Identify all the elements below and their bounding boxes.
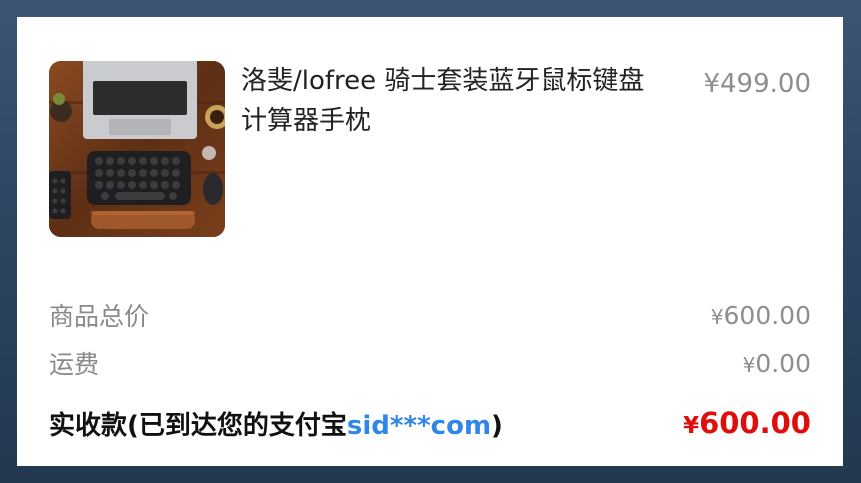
shipping-value: ¥0.00	[743, 349, 811, 378]
shipping-row: 运费 ¥0.00	[49, 343, 811, 383]
order-detail-card: 洛斐/lofree 骑士套装蓝牙鼠标键盘计算器手枕 ¥499.00 商品总价 ¥…	[17, 17, 843, 466]
currency-symbol: ¥	[683, 413, 700, 439]
product-price: ¥499.00	[703, 69, 811, 99]
shipping-label: 运费	[49, 350, 100, 379]
keyboard-mouse-laptop-photo-icon	[49, 61, 225, 237]
goods-total-row: 商品总价 ¥600.00	[49, 295, 811, 335]
goods-total-value: ¥600.00	[711, 301, 811, 330]
shipping-amount: 0.00	[755, 348, 811, 378]
received-label-suffix: )	[491, 410, 503, 441]
alipay-account: sid***com	[346, 410, 492, 441]
currency-symbol: ¥	[742, 352, 756, 377]
currency-symbol: ¥	[710, 304, 724, 329]
goods-total-label: 商品总价	[49, 302, 150, 331]
product-thumbnail[interactable]	[49, 61, 225, 237]
goods-total-amount: 600.00	[723, 300, 811, 330]
received-label: 实收款(已到达您的支付宝sid***com)	[49, 405, 503, 442]
received-value: ¥600.00	[683, 406, 811, 440]
received-total-row: 实收款(已到达您的支付宝sid***com) ¥600.00	[49, 403, 811, 443]
received-amount: 600.00	[699, 406, 811, 440]
product-title[interactable]: 洛斐/lofree 骑士套装蓝牙鼠标键盘计算器手枕	[241, 61, 661, 141]
received-label-prefix: 实收款(已到达您的支付宝	[49, 410, 347, 441]
